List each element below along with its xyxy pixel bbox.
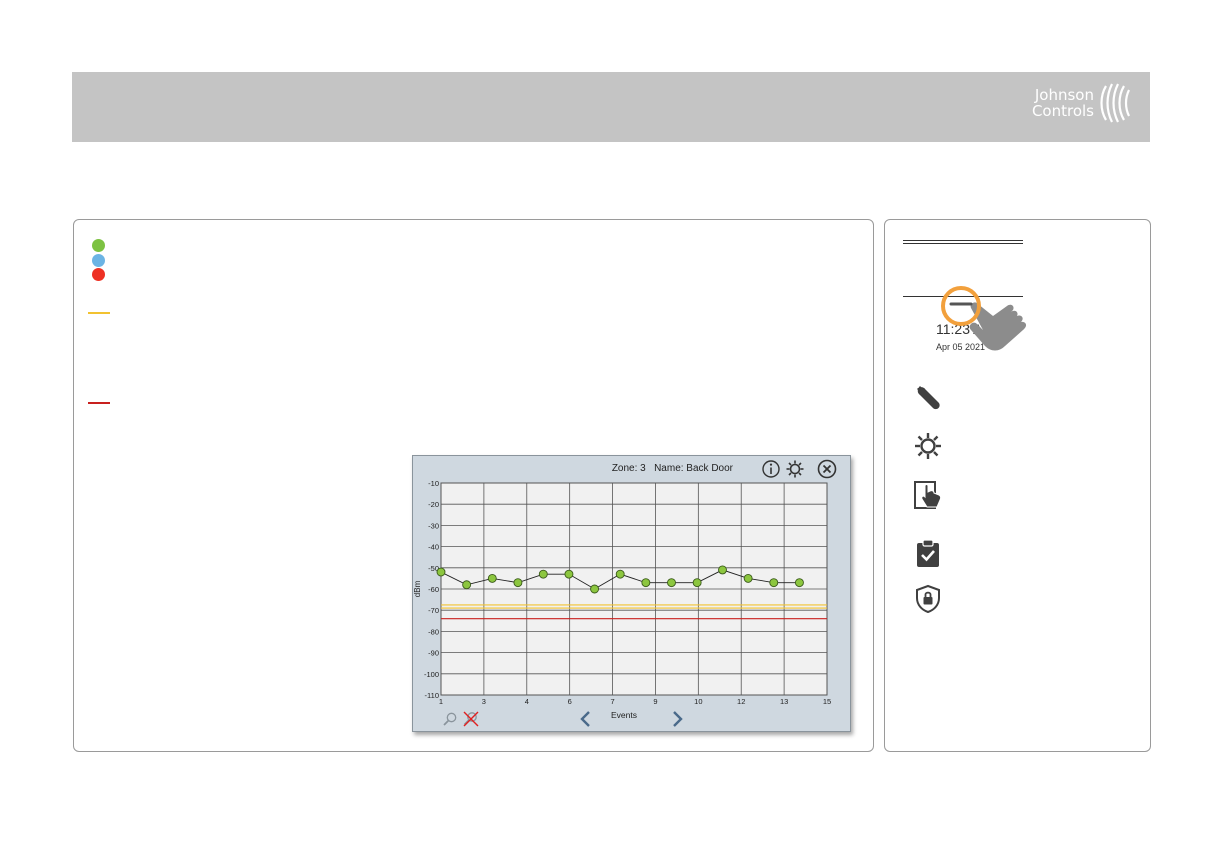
shield-lock-icon[interactable] [913, 584, 943, 614]
red-threshold-line-key [88, 402, 110, 404]
x-tick-label: 1 [439, 697, 443, 706]
data-point [794, 578, 804, 588]
gear-icon[interactable] [913, 431, 943, 461]
red-status-dot [92, 268, 105, 281]
y-tick-label: -60 [428, 585, 439, 594]
gear-icon[interactable] [785, 459, 805, 479]
data-point [692, 578, 702, 588]
chevron-right-icon[interactable] [670, 710, 684, 728]
data-point [513, 578, 523, 588]
data-point [641, 578, 651, 588]
logo-line2: Controls [1031, 102, 1094, 120]
x-axis-label: Events [611, 710, 637, 720]
tap-gesture-icon [941, 286, 1027, 351]
signal-chart: -10-20-30-40-50-60-70-80-90-100-1101 3 4 6 7… [413, 479, 831, 720]
divider-line [903, 243, 1023, 244]
y-tick-label: -110 [425, 691, 439, 700]
data-point [436, 567, 446, 577]
x-tick-label: 3 [482, 697, 486, 706]
name-label: Name: Back Door [654, 463, 733, 474]
johnson-controls-logo: Johnson Controls [1032, 82, 1136, 124]
data-point [743, 573, 753, 583]
y-tick-label: -10 [428, 479, 439, 488]
y-tick-label: -20 [428, 500, 439, 509]
y-tick-label: -40 [428, 543, 439, 552]
y-tick-label: -30 [428, 521, 439, 530]
divider-line [903, 240, 1023, 241]
x-tick-label: 15 [823, 697, 831, 706]
y-tick-label: -80 [428, 627, 439, 636]
header-bar: Johnson Controls [72, 72, 1150, 142]
zoom-icon[interactable] [442, 711, 458, 727]
x-tick-label: 13 [780, 697, 788, 706]
info-icon[interactable] [761, 459, 781, 479]
data-point [718, 565, 727, 575]
x-tick-label: 10 [694, 697, 702, 706]
yellow-threshold-line-key [88, 312, 110, 314]
data-point [538, 569, 548, 579]
data-point [590, 584, 600, 594]
x-tick-label: 6 [568, 697, 572, 706]
signal-chart-window: -10 -20 -30 -40 -50 -60 -70 -80 -90 -100 -110 1 3 4 6 7… [412, 455, 851, 732]
data-point [769, 578, 779, 588]
x-tick-label: 4 [525, 697, 529, 706]
y-tick-label: -100 [424, 670, 439, 679]
touch-panel-icon[interactable] [913, 480, 943, 510]
clipboard-check-icon[interactable] [913, 538, 943, 568]
close-icon[interactable] [817, 459, 837, 479]
data-point [487, 573, 497, 583]
data-point [462, 580, 472, 590]
data-point [564, 569, 574, 579]
logo-mark-icon [1100, 83, 1131, 123]
data-point [615, 569, 625, 579]
green-status-dot [92, 239, 105, 252]
data-point [667, 578, 676, 588]
zone-label: Zone: 3 [611, 463, 646, 474]
wrench-icon[interactable] [913, 382, 943, 412]
x-tick-label: 9 [653, 697, 657, 706]
x-tick-label: 7 [610, 697, 614, 706]
chevron-left-icon[interactable] [579, 710, 593, 728]
x-tick-label: 12 [737, 697, 745, 706]
chart-title: Zone: 3 Name: Back Door [413, 463, 733, 474]
clear-zoom-icon[interactable] [462, 710, 480, 728]
y-tick-label: -90 [428, 649, 439, 658]
y-tick-label: -70 [428, 606, 439, 615]
logo-line1: Johnson [1034, 86, 1094, 104]
blue-status-dot [92, 254, 105, 267]
y-axis-label: dBm [413, 580, 422, 597]
